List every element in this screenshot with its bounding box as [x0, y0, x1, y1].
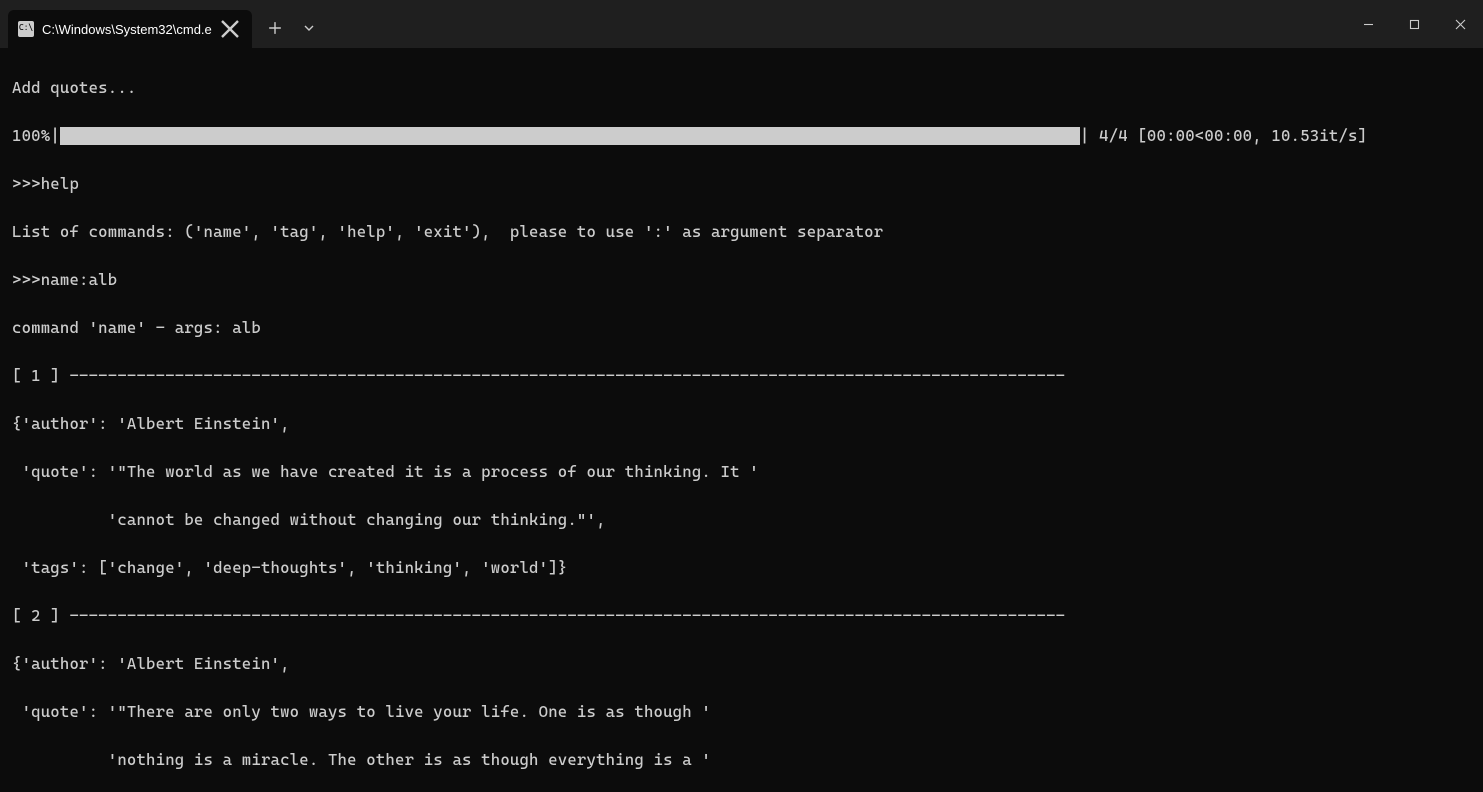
cmd-icon [18, 21, 34, 37]
line: 'cannot be changed without changing our … [12, 508, 1471, 532]
tab-active[interactable]: C:\Windows\System32\cmd.e [8, 10, 252, 48]
progress-line: 100%|| 4/4 [00:00<00:00, 10.53it/s] [12, 124, 1471, 148]
line: [ 1 ] ----------------------------------… [12, 364, 1471, 388]
titlebar: C:\Windows\System32\cmd.e [0, 0, 1483, 48]
line: command 'name' - args: alb [12, 316, 1471, 340]
line: {'author': 'Albert Einstein', [12, 652, 1471, 676]
line: >>>help [12, 172, 1471, 196]
line: [ 2 ] ----------------------------------… [12, 604, 1471, 628]
line: {'author': 'Albert Einstein', [12, 412, 1471, 436]
minimize-button[interactable] [1345, 5, 1391, 43]
tab-dropdown-button[interactable] [292, 11, 326, 45]
line: 'nothing is a miracle. The other is as t… [12, 748, 1471, 772]
line: 'quote': '"The world as we have created … [12, 460, 1471, 484]
close-window-button[interactable] [1437, 5, 1483, 43]
line: 'quote': '"There are only two ways to li… [12, 700, 1471, 724]
line: List of commands: ('name', 'tag', 'help'… [12, 220, 1471, 244]
terminal-output[interactable]: Add quotes... 100%|| 4/4 [00:00<00:00, 1… [0, 48, 1483, 792]
progress-label: Add quotes... [12, 76, 1471, 100]
close-tab-icon[interactable] [220, 19, 240, 39]
tab-title: C:\Windows\System32\cmd.e [42, 22, 212, 37]
new-tab-button[interactable] [258, 11, 292, 45]
maximize-button[interactable] [1391, 5, 1437, 43]
progress-bar-fill [60, 127, 1080, 145]
line: 'tags': ['change', 'deep-thoughts', 'thi… [12, 556, 1471, 580]
line: >>>name:alb [12, 268, 1471, 292]
